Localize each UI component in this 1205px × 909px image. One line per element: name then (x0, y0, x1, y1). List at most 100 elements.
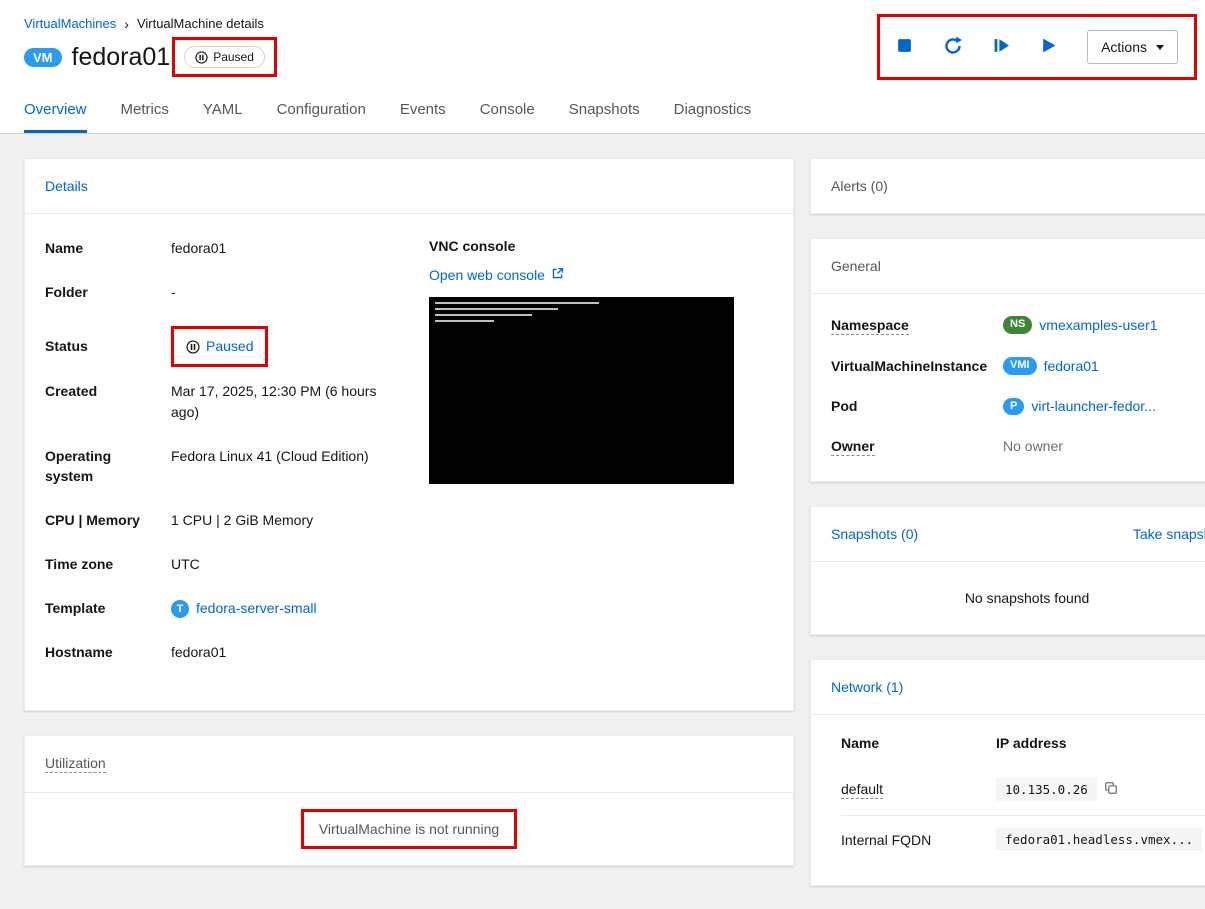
network-row-default-ip: 10.135.0.26 (996, 766, 1205, 815)
actions-menu-button[interactable]: Actions (1087, 30, 1178, 64)
utilization-card-header: Utilization (25, 736, 793, 793)
restart-button[interactable] (943, 36, 963, 59)
pod-kind-badge: P (1003, 397, 1025, 416)
copy-ip-button[interactable] (1104, 781, 1118, 798)
tab-diagnostics[interactable]: Diagnostics (674, 87, 752, 133)
vm-status-link[interactable]: Paused (186, 336, 253, 357)
network-title-link[interactable]: Network (1) (831, 679, 903, 695)
vm-status-badge[interactable]: Paused (184, 46, 265, 68)
alerts-title[interactable]: Alerts (0) (831, 178, 888, 194)
detail-label: Name (45, 240, 84, 256)
vnc-console-title: VNC console (429, 238, 516, 254)
alerts-card: Alerts (0) (810, 158, 1205, 214)
detail-label: Created (45, 383, 98, 399)
caret-down-icon (1156, 44, 1164, 50)
annotation-box-status-field: Paused (171, 326, 269, 367)
restart-icon (943, 36, 963, 59)
resume-button[interactable] (993, 37, 1010, 57)
general-value: NS vmexamples-user1 (1003, 316, 1158, 334)
details-title-link[interactable]: Details (45, 178, 88, 194)
detail-value: UTC (171, 555, 200, 572)
network-body: Name IP address default 10.135.0.26 Inte… (811, 715, 1205, 885)
vmi-kind-badge: VMI (1003, 356, 1037, 375)
annotation-box-not-running: VirtualMachine is not running (300, 808, 518, 849)
namespace-kind-badge: NS (1003, 316, 1033, 334)
template-link[interactable]: fedora-server-small (196, 600, 317, 616)
overview-content: Details Name fedora01 Folder - Status Pa… (0, 134, 1205, 897)
detail-value: Fedora Linux 41 (Cloud Edition) (171, 448, 369, 464)
tab-configuration[interactable]: Configuration (277, 87, 366, 133)
detail-row-created: Created Mar 17, 2025, 12:30 PM (6 hours … (45, 381, 397, 423)
vmi-label: VirtualMachineInstance (831, 357, 988, 374)
play-icon (1040, 37, 1057, 57)
namespace-label[interactable]: Namespace (831, 316, 909, 335)
snapshots-title-link[interactable]: Snapshots (0) (831, 526, 918, 542)
tab-metrics[interactable]: Metrics (121, 87, 169, 133)
breadcrumb-virtualmachines-link[interactable]: VirtualMachines (24, 16, 116, 31)
console-text-line (435, 302, 600, 304)
network-table: Name IP address default 10.135.0.26 Inte… (841, 735, 1205, 865)
general-row-namespace: Namespace NS vmexamples-user1 (831, 316, 1205, 335)
console-text-line (435, 308, 559, 310)
general-row-vmi: VirtualMachineInstance VMI fedora01 (831, 356, 1205, 375)
general-label: Namespace (831, 316, 1003, 335)
detail-value-template: Tfedora-server-small (171, 598, 317, 619)
vnc-console-thumbnail[interactable] (429, 297, 734, 484)
details-card: Details Name fedora01 Folder - Status Pa… (24, 158, 794, 711)
network-row-default-name: default (841, 766, 996, 815)
take-snapshot-button[interactable]: Take snapshot (1133, 526, 1205, 542)
general-value: VMI fedora01 (1003, 356, 1099, 375)
detail-row-folder: Folder - (45, 282, 397, 303)
network-column-ip: IP address (996, 735, 1067, 752)
tab-snapshots[interactable]: Snapshots (569, 87, 640, 133)
console-text-line (435, 314, 532, 316)
detail-row-hostname: Hostname fedora01 (45, 642, 397, 663)
utilization-title[interactable]: Utilization (45, 755, 106, 773)
annotation-box-actions-toolbar: Actions (877, 14, 1197, 80)
network-card: Network (1) Name IP address default 10.1… (810, 659, 1205, 887)
template-kind-badge: T (171, 599, 189, 618)
start-button[interactable] (1040, 37, 1057, 57)
pod-link[interactable]: virt-launcher-fedor... (1031, 398, 1156, 414)
detail-value: fedora01 (171, 643, 227, 660)
general-body: Namespace NS vmexamples-user1 VirtualMac… (811, 294, 1205, 481)
general-card-header: General (811, 239, 1205, 294)
fqdn-value: fedora01.headless.vmex... (996, 828, 1203, 852)
detail-label: Status (45, 338, 88, 355)
general-card: General Namespace NS vmexamples-user1 Vi… (810, 238, 1205, 483)
vmi-link[interactable]: fedora01 (1044, 358, 1099, 374)
vm-status-link-label: Paused (206, 338, 254, 354)
namespace-link[interactable]: vmexamples-user1 (1039, 317, 1157, 333)
detail-row-name: Name fedora01 (45, 238, 397, 259)
detail-value: - (171, 284, 176, 300)
pod-label: Pod (831, 398, 858, 415)
tab-yaml[interactable]: YAML (203, 87, 243, 133)
vm-not-running-message: VirtualMachine is not running (318, 820, 500, 837)
network-default-label[interactable]: default (841, 781, 884, 799)
detail-row-template: Template Tfedora-server-small (45, 598, 397, 619)
general-title: General (831, 258, 881, 274)
details-list: Name fedora01 Folder - Status Paused Cre… (45, 238, 397, 686)
detail-value: 1 CPU | 2 GiB Memory (171, 511, 314, 528)
stop-icon (896, 37, 913, 57)
network-row-fqdn-name: Internal FQDN (841, 816, 996, 865)
page-title: fedora01 (71, 42, 171, 71)
owner-label[interactable]: Owner (831, 438, 875, 457)
page-header: VirtualMachines › VirtualMachine details… (0, 0, 1205, 87)
detail-label: CPU | Memory (45, 511, 140, 528)
detail-row-cpu-memory: CPU | Memory 1 CPU | 2 GiB Memory (45, 510, 397, 531)
pause-circle-icon (195, 50, 208, 64)
utilization-card: Utilization VirtualMachine is not runnin… (24, 734, 794, 866)
detail-row-status: Status Paused (45, 326, 397, 367)
open-web-console-label: Open web console (429, 267, 545, 283)
actions-menu-label: Actions (1101, 39, 1147, 55)
pause-circle-icon (186, 339, 200, 354)
tab-overview[interactable]: Overview (24, 87, 87, 133)
stop-button[interactable] (896, 37, 913, 57)
vnc-console-section: VNC console Open web console (429, 238, 734, 686)
breadcrumb-current: VirtualMachine details (136, 16, 264, 31)
tab-events[interactable]: Events (400, 87, 446, 133)
open-web-console-link[interactable]: Open web console (429, 267, 564, 283)
tab-console[interactable]: Console (480, 87, 535, 133)
general-row-owner: Owner No owner (831, 438, 1205, 457)
